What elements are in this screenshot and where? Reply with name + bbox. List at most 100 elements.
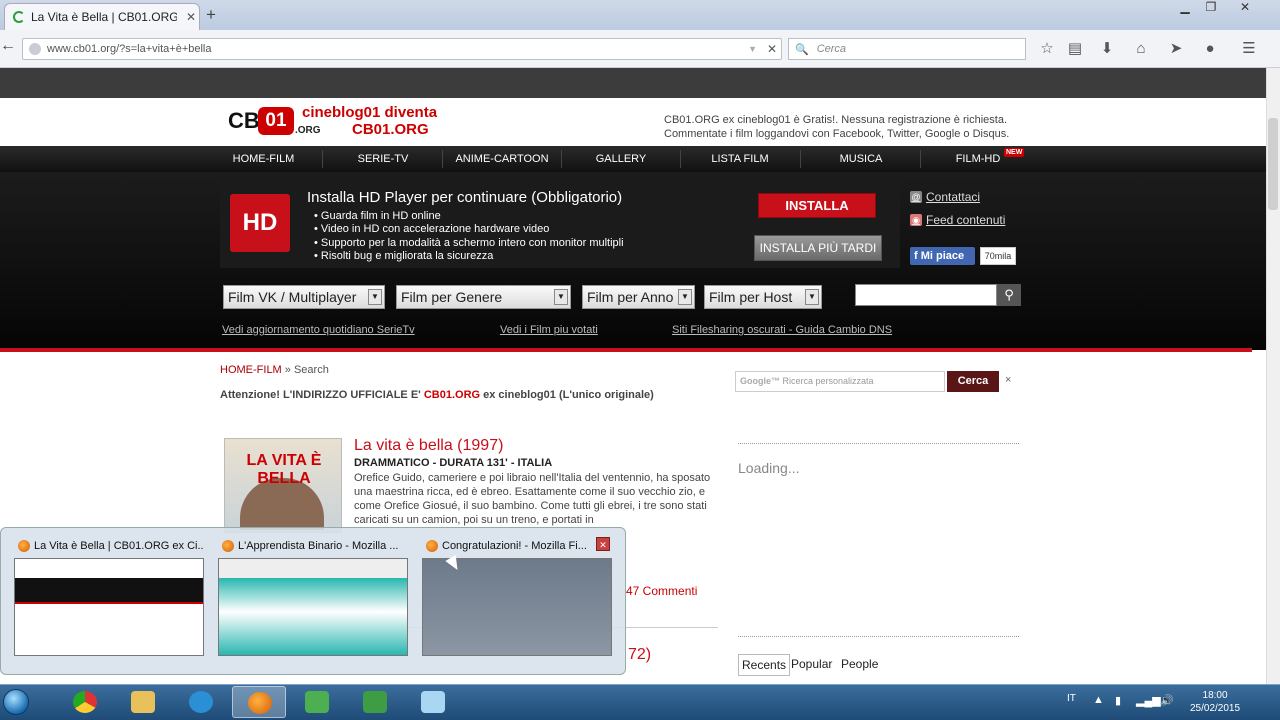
dropdown-arrow-icon[interactable]: ▼ <box>748 44 757 54</box>
browser-tab-active[interactable]: La Vita è Bella | CB01.ORG ... ✕ <box>4 3 200 30</box>
tab-close-icon[interactable]: ✕ <box>183 10 199 24</box>
taskbar-app-notes[interactable] <box>406 686 460 718</box>
tab-recents[interactable]: Recents <box>738 654 791 676</box>
logo-tagline-1: cineblog01 diventa <box>302 104 438 121</box>
tab-people[interactable]: People <box>838 654 881 676</box>
tab-title: La Vita è Bella | CB01.ORG ... <box>31 10 177 24</box>
notice-domain: CB01.ORG <box>423 389 481 401</box>
new-tab-button[interactable]: + <box>206 5 224 25</box>
taskbar-firefox[interactable] <box>232 686 286 718</box>
windows-logo-icon <box>3 689 29 715</box>
taskbar-explorer[interactable] <box>116 686 170 718</box>
install-button[interactable]: INSTALLA <box>758 193 876 218</box>
chevron-down-icon: ▼ <box>678 289 692 305</box>
preview-thumbnail-2[interactable] <box>218 558 408 656</box>
install-later-button[interactable]: INSTALLA PIÙ TARDI <box>754 235 882 261</box>
divider <box>738 636 1019 637</box>
minimize-button[interactable]: ▁ <box>1172 0 1198 18</box>
menu-separator <box>680 150 681 168</box>
close-window-button[interactable]: ✕ <box>1232 0 1258 18</box>
select-host[interactable]: Film per Host ▼ <box>704 285 822 309</box>
next-movie-title-link[interactable]: 72) <box>628 646 651 664</box>
taskbar-chrome[interactable] <box>58 686 112 718</box>
breadcrumb-current: » Search <box>281 364 329 376</box>
preview-item-3-title[interactable]: Congratulazioni! - Mozilla Fi... <box>426 538 592 554</box>
send-icon[interactable]: ➤ <box>1165 38 1187 60</box>
menu-icon[interactable]: ☰ <box>1238 38 1260 60</box>
movie-title-link[interactable]: La vita è bella (1997) <box>354 437 503 455</box>
link-serietv-update[interactable]: Vedi aggiornamento quotidiano SerieTv <box>222 324 415 336</box>
tray-language[interactable]: IT <box>1067 693 1076 704</box>
google-logo: Google™ <box>740 376 780 386</box>
feed-link[interactable]: ◉ Feed contenuti <box>910 213 1005 227</box>
logo-cb[interactable]: CB <box>228 108 260 134</box>
menu-anime-cartoon[interactable]: ANIME-CARTOON <box>444 146 560 172</box>
menu-separator <box>561 150 562 168</box>
download-icon[interactable]: ⬇ <box>1096 38 1118 60</box>
battery-icon[interactable]: ▮ <box>1115 694 1121 707</box>
menu-serie-tv[interactable]: SERIE-TV <box>330 146 436 172</box>
logo-01[interactable]: 01 <box>258 107 294 135</box>
browser-search-input[interactable]: 🔍 Cerca <box>788 38 1026 60</box>
preview-item-2-title[interactable]: L'Apprendista Binario - Mozilla ... <box>222 538 408 554</box>
tab-popular[interactable]: Popular <box>788 654 835 676</box>
facebook-like-button[interactable]: f Mi piace <box>910 247 975 265</box>
taskbar-ie[interactable] <box>174 686 228 718</box>
reading-list-icon[interactable]: ▤ <box>1064 38 1086 60</box>
header-note-line-2: Commentate i film loggandovi con Faceboo… <box>664 128 1010 140</box>
preview-thumbnail-3[interactable] <box>422 558 612 656</box>
app-icon <box>305 691 329 713</box>
start-button[interactable] <box>0 686 30 718</box>
google-custom-search-input[interactable]: Google™ Ricerca personalizzata <box>735 371 945 392</box>
bookmark-star-icon[interactable]: ☆ <box>1036 38 1058 60</box>
preview-thumbnail-1[interactable] <box>14 558 204 656</box>
address-bar[interactable]: www.cb01.org/?s=la+vita+è+bella ▼ ✕ <box>22 38 782 60</box>
link-dns-guide[interactable]: Siti Filesharing oscurati - Guida Cambio… <box>672 324 892 336</box>
home-icon[interactable]: ⌂ <box>1130 38 1152 60</box>
tray-expand-icon[interactable]: ▲ <box>1093 694 1104 706</box>
select-genere[interactable]: Film per Genere ▼ <box>396 285 571 309</box>
rss-icon: ◉ <box>910 214 922 226</box>
select-film-vk[interactable]: Film VK / Multiplayer ▼ <box>223 285 385 309</box>
menu-home-film[interactable]: HOME-FILM <box>212 146 315 172</box>
preview-title-text: Congratulazioni! - Mozilla Fi... <box>442 540 587 552</box>
menu-gallery[interactable]: GALLERY <box>565 146 677 172</box>
close-preview-icon[interactable]: ✕ <box>596 537 610 551</box>
hd-icon: HD <box>230 194 290 252</box>
preview-item-1-title[interactable]: La Vita è Bella | CB01.ORG ex Ci... <box>18 538 204 554</box>
divider <box>738 443 1019 444</box>
menu-lista-film[interactable]: LISTA FILM <box>684 146 796 172</box>
network-icon[interactable]: ▂▄▆ <box>1136 694 1161 707</box>
google-search-button[interactable]: Cerca <box>947 371 999 392</box>
notice-text-1: Attenzione! L'INDIRIZZO UFFICIALE E' <box>220 389 424 401</box>
taskbar-app-green-1[interactable] <box>290 686 344 718</box>
search-placeholder: Cerca <box>816 43 847 55</box>
contact-link[interactable]: @ Contattaci <box>910 190 980 204</box>
maximize-button[interactable]: ❐ <box>1198 0 1224 18</box>
search-icon: 🔍 <box>795 43 809 56</box>
gsearch-placeholder: Ricerca personalizzata <box>782 376 874 386</box>
site-search-button[interactable]: ⚲ <box>997 284 1021 306</box>
preview-title-text: La Vita è Bella | CB01.ORG ex Ci... <box>34 540 204 552</box>
site-search-input[interactable] <box>855 284 997 306</box>
scrollbar-thumb[interactable] <box>1268 118 1278 210</box>
select-host-value: Film per Host <box>709 289 793 305</box>
system-clock[interactable]: 18:00 25/02/2015 <box>1190 689 1240 715</box>
link-top-voted[interactable]: Vedi i Film piu votati <box>500 324 598 336</box>
stop-icon[interactable]: ✕ <box>763 42 781 56</box>
firefox-icon <box>222 540 234 552</box>
back-button[interactable]: ← <box>0 37 18 59</box>
official-address-notice: Attenzione! L'INDIRIZZO UFFICIALE E' CB0… <box>220 389 654 401</box>
select-anno[interactable]: Film per Anno ▼ <box>582 285 695 309</box>
volume-icon[interactable]: 🔊 <box>1160 694 1174 707</box>
menu-musica[interactable]: MUSICA <box>804 146 918 172</box>
promo-bullet: • Guarda film in HD online <box>314 210 441 222</box>
poster-title: LA VITA È BELLA <box>246 452 322 487</box>
firefox-icon <box>248 692 272 714</box>
taskbar-app-green-2[interactable] <box>348 686 402 718</box>
chat-icon[interactable]: ● <box>1199 38 1221 60</box>
notice-text-2: ex cineblog01 (L'unico originale) <box>480 389 654 401</box>
clear-search-icon[interactable]: × <box>1005 374 1011 386</box>
comments-link[interactable]: 47 Commenti <box>626 584 697 598</box>
breadcrumb-home[interactable]: HOME-FILM <box>220 364 282 376</box>
